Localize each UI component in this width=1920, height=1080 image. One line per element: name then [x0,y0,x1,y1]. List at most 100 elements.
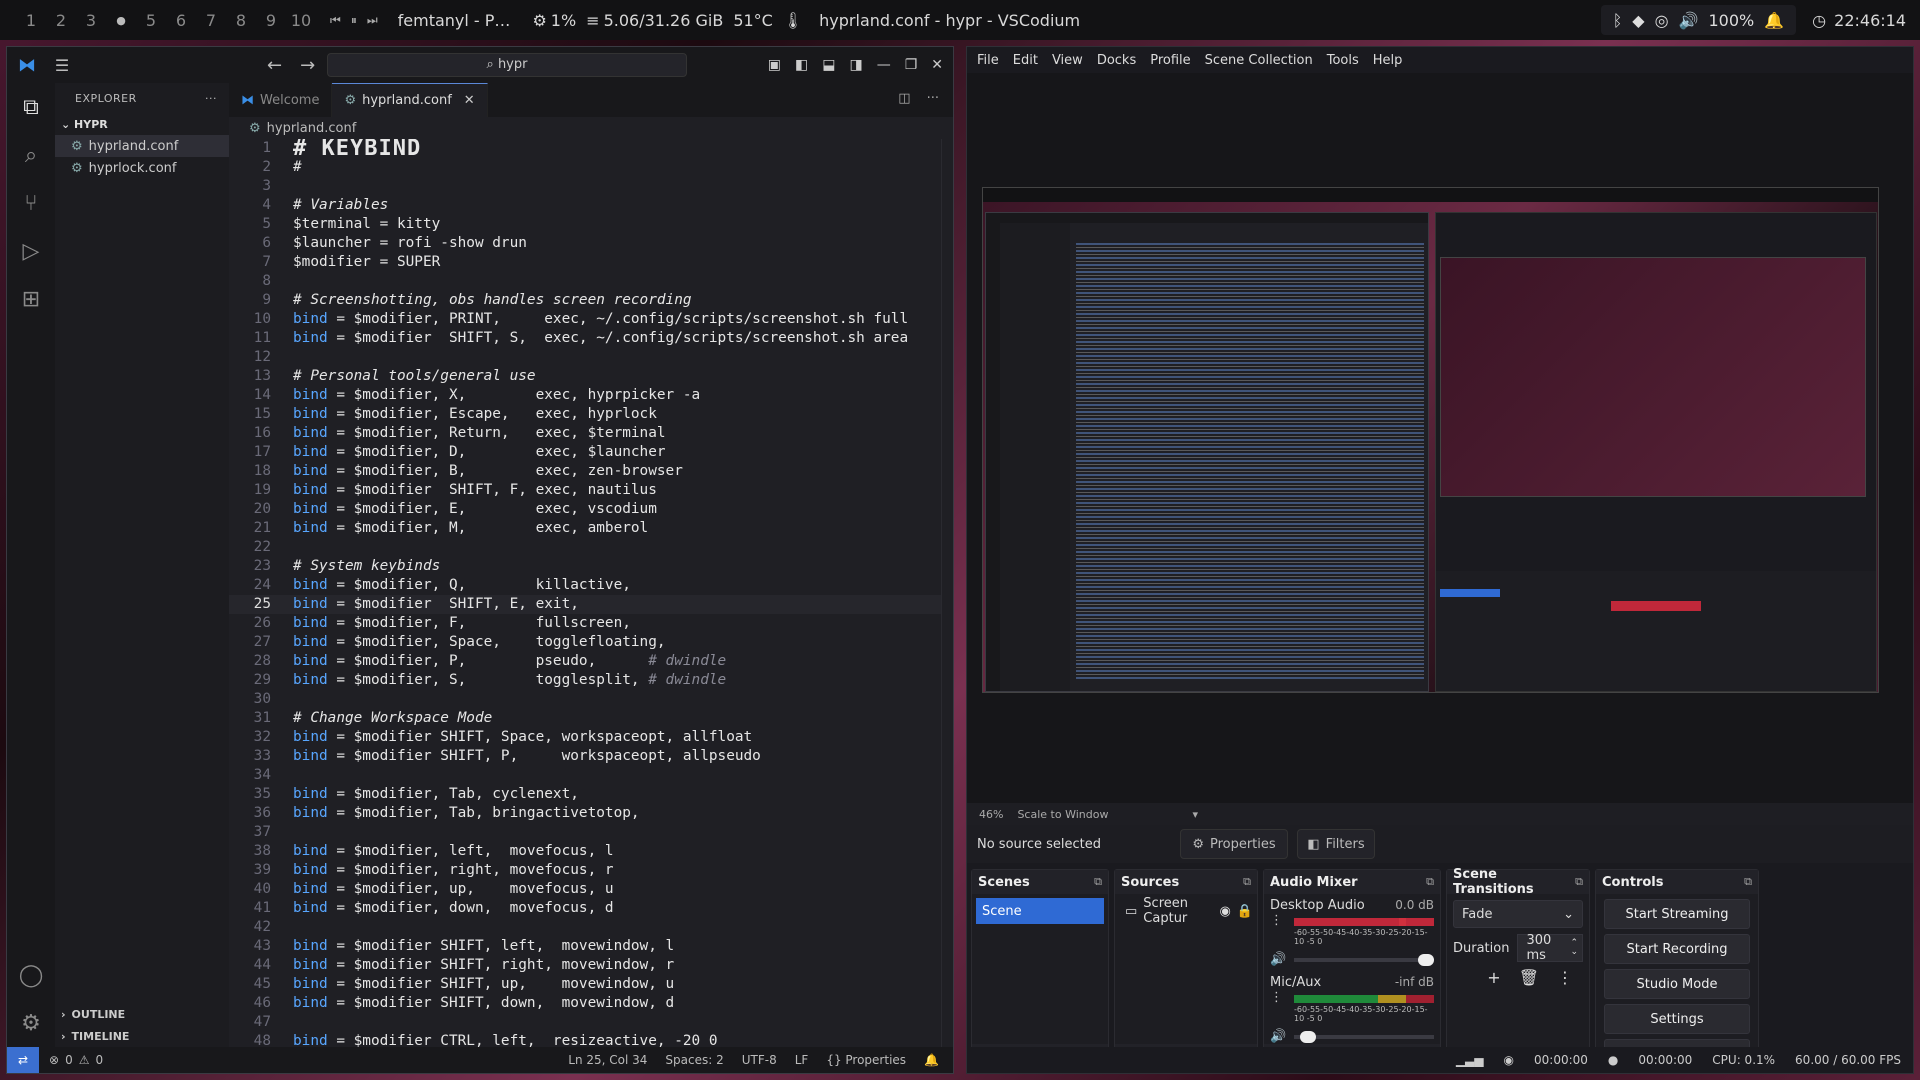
code-line[interactable]: 7 $modifier = SUPER [229,253,941,272]
add-icon[interactable]: + [1487,968,1500,987]
more-actions-icon[interactable]: ··· [205,92,217,105]
slider-knob[interactable] [1300,1030,1317,1043]
volume-slider[interactable] [1294,1030,1434,1043]
code-line[interactable]: 33 bind = $modifier SHIFT, P, workspaceop… [229,747,941,766]
scale-mode[interactable]: Scale to Window [1017,808,1108,821]
speaker-icon[interactable]: 🔊 [1270,952,1286,967]
line-ending[interactable]: LF [795,1053,809,1067]
volume-icon[interactable]: 🔊 [1679,11,1699,30]
scene-list-item[interactable]: Scene [976,898,1104,924]
menu-file[interactable]: File [977,53,999,68]
menu-edit[interactable]: Edit [1013,53,1038,68]
code-line[interactable]: 45 bind = $modifier SHIFT, up, movewindow… [229,975,941,994]
code-line[interactable]: 31 # Change Workspace Mode [229,709,941,728]
editor-scrollbar[interactable] [941,139,953,1047]
code-line[interactable]: 36 bind = $modifier, Tab, bringactivetoto… [229,804,941,823]
spin-arrows-icon[interactable]: ⌃ ⌄ [1570,939,1578,957]
code-line[interactable]: 21 bind = $modifier, M, exec, amberol [229,519,941,538]
code-line[interactable]: 48 bind = $modifier CTRL, left, resizeact… [229,1032,941,1047]
code-line[interactable]: 32 bind = $modifier SHIFT, Space, workspa… [229,728,941,747]
code-line[interactable]: 26 bind = $modifier, F, fullscreen, [229,614,941,633]
code-line[interactable]: 35 bind = $modifier, Tab, cyclenext, [229,785,941,804]
undock-icon[interactable]: ⧉ [1744,875,1752,889]
menu-scene-collection[interactable]: Scene Collection [1205,53,1313,68]
undock-icon[interactable]: ⧉ [1094,875,1102,889]
source-list-item[interactable]: ▭ Screen Captur ◉ 🔒 [1119,896,1253,926]
undock-icon[interactable]: ⧉ [1575,875,1583,889]
language-mode[interactable]: {} Properties [826,1053,906,1067]
workspace-7[interactable]: 7 [196,11,226,30]
code-line[interactable]: 27 bind = $modifier, Space, togglefloatin… [229,633,941,652]
kebab-menu-icon[interactable]: ⋮ [1270,913,1294,928]
explorer-files-icon[interactable]: ⧉ [7,83,55,131]
menu-view[interactable]: View [1052,53,1083,68]
toggle-sidebar-icon[interactable]: ◧ [795,57,808,73]
more-actions-icon[interactable]: ··· [927,91,939,106]
workspace-1[interactable]: 1 [16,11,46,30]
kebab-menu-icon[interactable]: ⋮ [1270,990,1294,1005]
code-line[interactable]: 17 bind = $modifier, D, exec, $launcher [229,443,941,462]
workspace-10[interactable]: 10 [286,11,316,30]
lock-icon[interactable]: 🔒 [1237,904,1253,919]
code-line[interactable]: 42 [229,918,941,937]
scale-dropdown-icon[interactable]: ▾ [1192,808,1198,821]
settings-gear-icon[interactable]: ⚙ [7,999,55,1047]
code-line[interactable]: 38 bind = $modifier, left, movefocus, l [229,842,941,861]
extensions-icon[interactable]: ⊞ [7,275,55,323]
trash-icon[interactable]: 🗑 [1519,968,1539,987]
tab-hyprland-conf[interactable]: ⚙ hyprland.conf ✕ [332,83,488,117]
workspace-active[interactable]: ● [106,14,136,27]
code-line[interactable]: 15 bind = $modifier, Escape, exec, hyprlo… [229,405,941,424]
code-line[interactable]: 20 bind = $modifier, E, exec, vscodium [229,500,941,519]
tab-welcome[interactable]: ⧓ Welcome [229,83,333,117]
source-control-icon[interactable]: ⑂ [7,179,55,227]
pause-icon[interactable]: ⏸ [351,13,357,28]
close-icon[interactable]: ✕ [931,57,943,73]
start-recording-button[interactable]: Start Recording [1604,934,1750,964]
back-arrow-icon[interactable]: ← [267,55,282,76]
notifications-bell-icon[interactable]: 🔔 [924,1053,939,1067]
code-line[interactable]: 18 bind = $modifier, B, exec, zen-browser [229,462,941,481]
file-hyprlock-conf[interactable]: ⚙ hyprlock.conf [55,157,229,179]
toggle-panel-icon[interactable]: ⬓ [822,57,835,73]
toggle-secondary-sidebar-icon[interactable]: ◨ [849,57,862,73]
code-line[interactable]: 34 [229,766,941,785]
indentation[interactable]: Spaces: 2 [665,1053,723,1067]
split-editor-icon[interactable]: ◫ [898,91,910,106]
timeline-section[interactable]: › TIMELINE [55,1025,229,1047]
transition-select[interactable]: Fade ⌄ [1453,900,1583,928]
account-icon[interactable]: ◯ [7,951,55,999]
workspace-3[interactable]: 3 [76,11,106,30]
start-streaming-button[interactable]: Start Streaming [1604,899,1750,929]
code-line[interactable]: 9 # Screenshotting, obs handles screen re… [229,291,941,310]
menu-help[interactable]: Help [1373,53,1403,68]
workspace-5[interactable]: 5 [136,11,166,30]
code-editor[interactable]: 1 # KEYBIND 2 #3 4 # Variables 5 $terminal = ki… [229,139,941,1047]
code-line[interactable]: 6 $launcher = rofi -show drun [229,234,941,253]
code-line[interactable]: 10 bind = $modifier, PRINT, exec, ~/.conf… [229,310,941,329]
code-line[interactable]: 24 bind = $modifier, Q, killactive, [229,576,941,595]
code-line[interactable]: 16 bind = $modifier, Return, exec, $termi… [229,424,941,443]
code-line[interactable]: 13 # Personal tools/general use [229,367,941,386]
encoding[interactable]: UTF-8 [742,1053,777,1067]
obs-preview-canvas[interactable] [967,73,1913,803]
kebab-menu-icon[interactable]: ⋮ [1557,968,1573,987]
code-line[interactable]: 22 [229,538,941,557]
problems-indicator[interactable]: ⊗ 0 ⚠ 0 [49,1053,103,1067]
duration-spinbox[interactable]: 300 ms ⌃ ⌄ [1517,933,1583,963]
settings-button[interactable]: Settings [1604,1004,1750,1034]
undock-icon[interactable]: ⧉ [1426,875,1434,889]
outline-section[interactable]: › OUTLINE [55,1003,229,1025]
code-line[interactable]: 14 bind = $modifier, X, exec, hyprpicker … [229,386,941,405]
folder-hypr[interactable]: ⌄ HYPR [55,113,229,135]
notification-bell-icon[interactable]: 🔔 [1764,11,1784,30]
workspace-6[interactable]: 6 [166,11,196,30]
remote-icon[interactable]: ⇄ [7,1047,39,1073]
code-line[interactable]: 19 bind = $modifier SHIFT, F, exec, nauti… [229,481,941,500]
studio-mode-button[interactable]: Studio Mode [1604,969,1750,999]
code-line[interactable]: 43 bind = $modifier SHIFT, left, movewind… [229,937,941,956]
menu-tools[interactable]: Tools [1327,53,1359,68]
restore-icon[interactable]: ❐ [905,57,918,73]
code-line[interactable]: 11 bind = $modifier SHIFT, S, exec, ~/.co… [229,329,941,348]
bluetooth-icon[interactable]: ᛒ [1613,11,1623,30]
